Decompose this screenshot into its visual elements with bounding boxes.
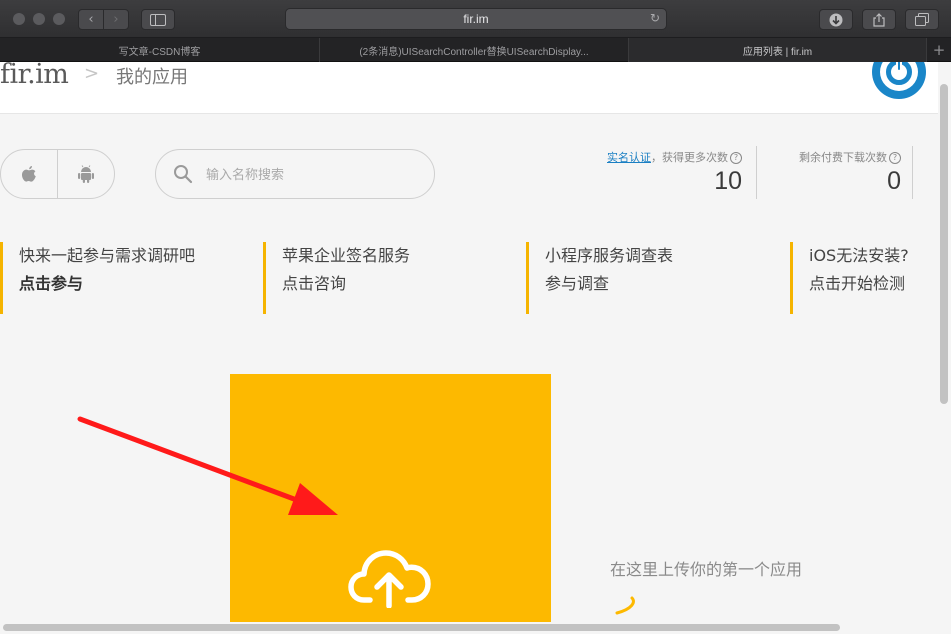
breadcrumb-my-apps: 我的应用 (116, 67, 188, 88)
banner-action[interactable]: 参与调查 (545, 270, 756, 298)
paid-download-label: 剩余付费下载次数? (799, 149, 901, 165)
apple-icon (21, 165, 36, 182)
platform-switch (0, 149, 115, 199)
paid-label-text: 剩余付费下载次数 (799, 151, 887, 164)
upload-hint: 在这里上传你的第一个应用 (610, 560, 803, 579)
platform-android-button[interactable] (57, 150, 114, 198)
banner-title: 小程序服务调查表 (545, 246, 674, 265)
site-logo[interactable]: fir.im (0, 62, 69, 90)
cloud-upload-icon (348, 550, 431, 608)
tabs-icon (915, 13, 929, 26)
tab-title: 写文章-CSDN博客 (118, 46, 201, 58)
sidebar-toggle-button[interactable] (141, 9, 175, 30)
plus-icon: + (932, 40, 946, 59)
sidebar-icon (150, 13, 166, 26)
nav-buttons: ‹ › (78, 9, 129, 30)
banner-title: 苹果企业签名服务 (282, 246, 411, 265)
share-button[interactable] (862, 9, 896, 30)
banner-miniprogram[interactable]: 小程序服务调查表 参与调查 (526, 242, 756, 314)
tab-title: 应用列表 | fir.im (742, 46, 813, 58)
banner-title: 快来一起参与需求调研吧 (19, 246, 196, 265)
banner-title: iOS无法安装? (809, 246, 909, 265)
page-content: fir.im > 我的应用 输入名称搜索 实名认证，获得更多次数 ? 10 剩余… (0, 62, 938, 622)
download-count-stat: 实名认证，获得更多次数? 10 (560, 146, 742, 199)
paid-download-stat: 剩余付费下载次数? 0 (760, 146, 901, 199)
help-icon[interactable]: ? (730, 152, 742, 164)
platform-ios-button[interactable] (1, 150, 57, 198)
decorative-curve (615, 596, 635, 615)
banner-ios-check[interactable]: iOS无法安装? 点击开始检测 (790, 242, 938, 314)
tab-overview-button[interactable] (905, 9, 939, 30)
banner-action[interactable]: 点击开始检测 (809, 270, 938, 298)
reload-icon[interactable]: ↻ (650, 11, 660, 25)
stat-divider (756, 146, 757, 199)
url-text: fir.im (463, 12, 489, 26)
verify-suffix: ，获得更多次数 (651, 151, 728, 164)
download-count-label: 实名认证，获得更多次数? (607, 149, 742, 165)
search-input[interactable] (206, 164, 416, 184)
download-icon (829, 13, 843, 26)
address-bar[interactable]: fir.im ↻ (285, 8, 667, 30)
app-search (155, 149, 435, 199)
site-header: fir.im > 我的应用 (0, 62, 938, 114)
annotation-arrow (77, 416, 338, 515)
tab-bar: 写文章-CSDN博客 (2条消息)UISearchController替换UIS… (0, 38, 951, 62)
banner-enterprise-sign[interactable]: 苹果企业签名服务 点击咨询 (263, 242, 493, 314)
power-icon-bar (896, 62, 902, 72)
vertical-scrollbar[interactable] (940, 84, 948, 404)
new-tab-button[interactable]: + (927, 38, 951, 61)
back-button[interactable]: ‹ (79, 10, 103, 29)
avatar[interactable] (872, 62, 926, 99)
forward-button[interactable]: › (103, 10, 128, 29)
verify-identity-link[interactable]: 实名认证 (607, 151, 651, 164)
help-icon[interactable]: ? (889, 152, 901, 164)
breadcrumb-separator: > (84, 63, 100, 84)
banner-action[interactable]: 点击咨询 (282, 270, 493, 298)
banner-survey[interactable]: 快来一起参与需求调研吧 点击参与 (0, 242, 230, 314)
banner-action[interactable]: 点击参与 (19, 270, 230, 298)
download-count-value: 10 (714, 167, 742, 195)
stat-divider (912, 146, 913, 199)
avatar-inner (880, 62, 918, 91)
browser-toolbar: ‹ › fir.im ↻ (0, 0, 951, 38)
chevron-right-icon: › (113, 12, 119, 27)
paid-download-value: 0 (887, 167, 901, 195)
tab-csdn[interactable]: 写文章-CSDN博客 (0, 38, 320, 62)
chevron-left-icon: ‹ (88, 12, 94, 27)
downloads-button[interactable] (819, 9, 853, 30)
tab-uisearch[interactable]: (2条消息)UISearchController替换UISearchDispla… (320, 38, 629, 62)
minimize-window-button[interactable] (33, 13, 45, 25)
close-window-button[interactable] (13, 13, 25, 25)
zoom-window-button[interactable] (53, 13, 65, 25)
tab-title: (2条消息)UISearchController替换UISearchDispla… (359, 46, 589, 58)
share-icon (873, 12, 885, 27)
search-icon (174, 165, 193, 184)
horizontal-scrollbar[interactable] (3, 624, 840, 631)
tab-firim[interactable]: 应用列表 | fir.im (629, 38, 927, 62)
android-icon (78, 164, 94, 183)
